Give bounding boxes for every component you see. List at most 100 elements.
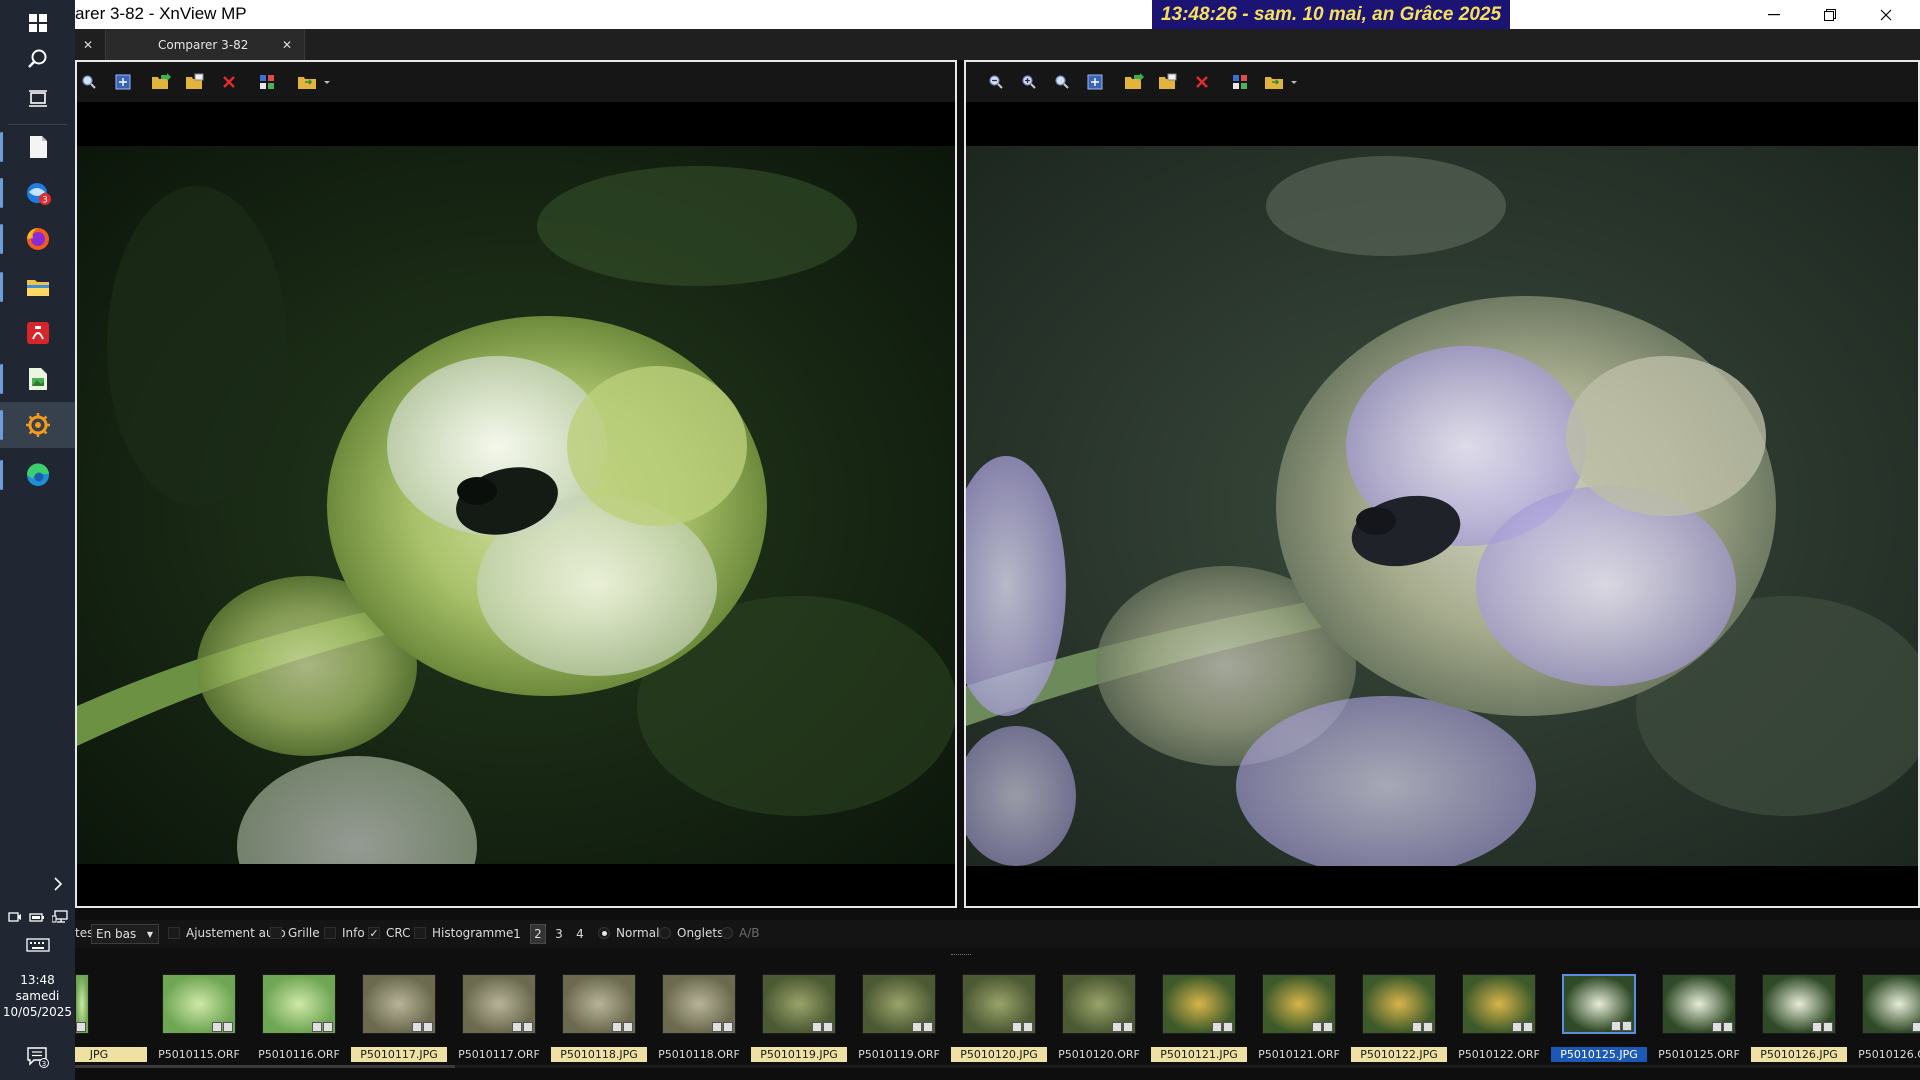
- battery-icon[interactable]: [28, 909, 45, 928]
- thumbnail[interactable]: [862, 974, 936, 1034]
- layout-icon[interactable]: [1228, 70, 1252, 94]
- compare-pane-right[interactable]: [964, 60, 1920, 908]
- scrollbar-thumb[interactable]: [75, 1065, 455, 1068]
- thumbnail-filename[interactable]: P5010116.ORF: [251, 1047, 347, 1062]
- image-editor-icon[interactable]: [0, 356, 75, 402]
- chevron-right-icon[interactable]: [0, 872, 75, 896]
- thumbnail[interactable]: [562, 974, 636, 1034]
- thumbnail-filename[interactable]: P5010117.ORF: [451, 1047, 547, 1062]
- xnview-icon[interactable]: [0, 402, 75, 448]
- thumbnail[interactable]: [1762, 974, 1836, 1034]
- window-title-bar[interactable]: arer 3-82 - XnView MP 13:48:26 - sam. 10…: [75, 0, 1920, 29]
- crc-checkbox[interactable]: ✓ CRC: [368, 926, 411, 940]
- thumbnail[interactable]: [362, 974, 436, 1034]
- thumbnail-filename[interactable]: P5010119.JPG: [751, 1047, 847, 1062]
- thumbnail-filename[interactable]: P5010122.JPG: [1351, 1047, 1447, 1062]
- thumbnail-filename[interactable]: P5010115.ORF: [151, 1047, 247, 1062]
- thumbnail[interactable]: [962, 974, 1036, 1034]
- thumbnails-position-select[interactable]: En bas ▼: [91, 924, 159, 944]
- task-view-icon[interactable]: [0, 76, 75, 122]
- zoom-icon[interactable]: [1050, 70, 1074, 94]
- page-button-2[interactable]: 2: [530, 924, 546, 944]
- move-to-folder-icon[interactable]: [1156, 70, 1180, 94]
- filmstrip-scrollbar[interactable]: [75, 1065, 1920, 1068]
- zoom-icon[interactable]: [77, 70, 101, 94]
- page-button-1[interactable]: 1: [509, 924, 525, 944]
- thumbnail-filename[interactable]: P5010126.ORF: [1851, 1047, 1920, 1062]
- compare-pane-left[interactable]: [75, 60, 957, 908]
- info-checkbox[interactable]: Info: [324, 926, 365, 940]
- thumbnail[interactable]: [1562, 974, 1636, 1034]
- thumbnail[interactable]: [762, 974, 836, 1034]
- open-folder-dropdown-icon[interactable]: [295, 70, 333, 94]
- tab-bar: ✕ Comparer 3-82 ✕: [75, 29, 1920, 60]
- page-button-3[interactable]: 3: [551, 924, 567, 944]
- layout-icon[interactable]: [255, 70, 279, 94]
- thunderbird-icon[interactable]: 3: [0, 170, 75, 216]
- tab-comparer[interactable]: Comparer 3-82 ✕: [105, 29, 305, 60]
- thumbnail-filename[interactable]: P5010117.JPG: [351, 1047, 447, 1062]
- delete-icon[interactable]: [1190, 70, 1214, 94]
- thumbnail[interactable]: [75, 974, 89, 1034]
- thumbnail-filename[interactable]: P5010118.ORF: [651, 1047, 747, 1062]
- edge-icon[interactable]: [0, 452, 75, 498]
- thumbnail[interactable]: [1362, 974, 1436, 1034]
- thumbnail-filename[interactable]: P5010125.JPG: [1551, 1047, 1647, 1062]
- thumbnail-filename[interactable]: P5010118.JPG: [551, 1047, 647, 1062]
- pdf-reader-icon[interactable]: [0, 310, 75, 356]
- mode-tabs-radio[interactable]: Onglets: [659, 926, 723, 940]
- move-to-folder-icon[interactable]: [183, 70, 207, 94]
- meet-now-icon[interactable]: [7, 909, 22, 928]
- file-explorer-icon[interactable]: [0, 264, 75, 310]
- firefox-icon[interactable]: [0, 216, 75, 262]
- notification-center-icon[interactable]: 3: [0, 1040, 75, 1074]
- taskbar-clock[interactable]: 13:48 samedi 10/05/2025: [0, 972, 75, 1020]
- thumbnail[interactable]: [1162, 974, 1236, 1034]
- keyboard-icon[interactable]: [0, 932, 75, 958]
- tab-close-icon[interactable]: ✕: [282, 38, 292, 52]
- thumbnail-badge-icon: [1823, 1022, 1833, 1032]
- notepad-icon[interactable]: [0, 124, 75, 170]
- close-window-button[interactable]: [1858, 0, 1914, 29]
- tab-0-close-button[interactable]: ✕: [75, 29, 101, 60]
- grid-checkbox[interactable]: Grille: [270, 926, 320, 940]
- thumbnail[interactable]: [1062, 974, 1136, 1034]
- thumbnail-filename[interactable]: P5010120.ORF: [1051, 1047, 1147, 1062]
- thumbnail-filename[interactable]: JPG: [75, 1047, 147, 1062]
- delete-icon[interactable]: [217, 70, 241, 94]
- fit-window-icon[interactable]: [1083, 70, 1107, 94]
- thumbnail[interactable]: [1862, 974, 1920, 1034]
- thumbnail-filename[interactable]: P5010120.JPG: [951, 1047, 1047, 1062]
- restore-button[interactable]: [1802, 0, 1858, 29]
- minimize-button[interactable]: [1746, 0, 1802, 29]
- thumbnail-filename[interactable]: P5010121.ORF: [1251, 1047, 1347, 1062]
- mode-normal-radio[interactable]: Normal: [598, 926, 659, 940]
- splitter-grip[interactable]: [951, 954, 971, 957]
- histogram-checkbox[interactable]: Histogramme: [414, 926, 513, 940]
- thumbnail-filename[interactable]: P5010121.JPG: [1151, 1047, 1247, 1062]
- open-folder-dropdown-icon[interactable]: [1262, 70, 1300, 94]
- network-icon[interactable]: [51, 909, 68, 928]
- thumbnail[interactable]: [662, 974, 736, 1034]
- thumbnail-filename[interactable]: P5010119.ORF: [851, 1047, 947, 1062]
- thumbnail-badge-icon: [1223, 1022, 1233, 1032]
- thumbnail-filmstrip[interactable]: JPG P5010115.ORF P5010116.ORF P5010117.JPG P…: [75, 948, 1920, 1068]
- thumbnail[interactable]: [1262, 974, 1336, 1034]
- thumbnail[interactable]: [1662, 974, 1736, 1034]
- thumbnail-badge-icon: [523, 1022, 533, 1032]
- thumbnail-filename[interactable]: P5010125.ORF: [1651, 1047, 1747, 1062]
- thumbnail[interactable]: [162, 974, 236, 1034]
- fit-window-icon[interactable]: [111, 70, 135, 94]
- thumbnail[interactable]: [262, 974, 336, 1034]
- thumbnail[interactable]: [462, 974, 536, 1034]
- copy-to-folder-icon[interactable]: [149, 70, 173, 94]
- copy-to-folder-icon[interactable]: [1122, 70, 1146, 94]
- thumbnail[interactable]: [1462, 974, 1536, 1034]
- zoom-in-icon[interactable]: [1017, 70, 1041, 94]
- mode-ab-radio[interactable]: A/B: [721, 926, 759, 940]
- thumbnail-filename[interactable]: P5010122.ORF: [1451, 1047, 1547, 1062]
- page-button-4[interactable]: 4: [572, 924, 588, 944]
- auto-adjust-checkbox[interactable]: Ajustement auto: [168, 926, 286, 940]
- zoom-out-icon[interactable]: [984, 70, 1008, 94]
- thumbnail-filename[interactable]: P5010126.JPG: [1751, 1047, 1847, 1062]
